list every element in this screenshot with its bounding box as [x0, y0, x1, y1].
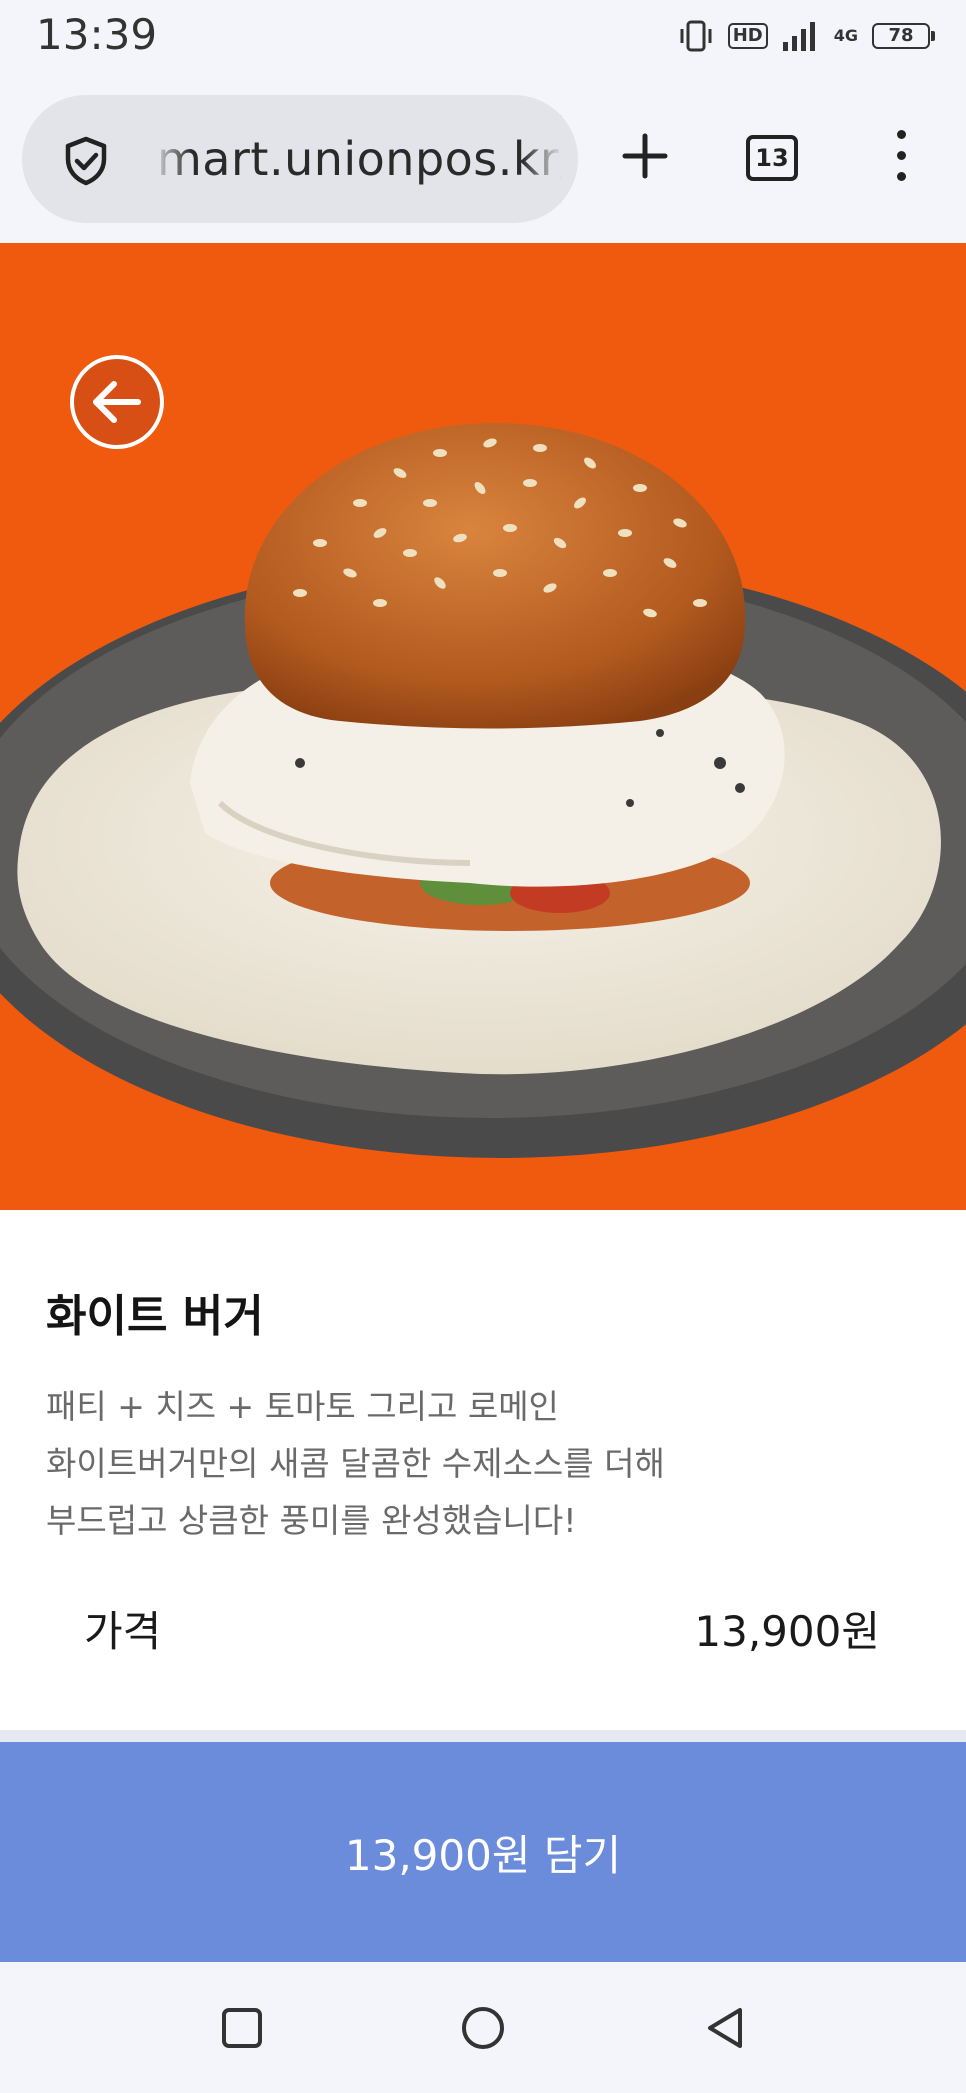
battery-icon: 78: [872, 23, 935, 49]
arrow-left-icon: [93, 381, 141, 423]
description-line: 부드럽고 상큼한 풍미를 완성했습니다!: [46, 1501, 577, 1540]
back-triangle-icon[interactable]: [698, 2000, 754, 2056]
status-bar: 13:39 HD 4G 78: [0, 0, 966, 75]
back-button[interactable]: [70, 355, 164, 449]
description-line: 패티 + 치즈 + 토마토 그리고 로메인: [46, 1387, 559, 1426]
add-to-cart-button[interactable]: 13,900원 담기: [0, 1742, 966, 1962]
vibrate-icon: [680, 20, 712, 52]
browser-toolbar: mart.unionpos.kr/ 13: [0, 75, 966, 243]
price-label: 가격: [84, 1606, 162, 1656]
more-vert-icon[interactable]: [886, 130, 916, 186]
product-info: 화이트 버거 패티 + 치즈 + 토마토 그리고 로메인 화이트버거만의 새콤 …: [0, 1210, 966, 1730]
signal-icon: [782, 22, 815, 51]
tabs-icon[interactable]: 13: [746, 135, 798, 181]
section-divider: [0, 1730, 966, 1742]
price-row: 가격 13,900원: [84, 1598, 880, 1658]
product-description: 패티 + 치즈 + 토마토 그리고 로메인 화이트버거만의 새콤 달콤한 수제소…: [46, 1378, 926, 1549]
description-line: 화이트버거만의 새콤 달콤한 수제소스를 더해: [46, 1444, 665, 1483]
home-circle-icon[interactable]: [455, 2000, 511, 2056]
url-fade-left: [152, 115, 192, 203]
product-image: [0, 243, 966, 1210]
system-nav-bar: [0, 1962, 966, 2093]
plus-icon[interactable]: [620, 131, 670, 181]
product-title: 화이트 버거: [46, 1291, 264, 1342]
url-text[interactable]: mart.unionpos.kr/: [157, 95, 562, 223]
network-type-label: 4G: [833, 26, 858, 45]
hd-icon: HD: [727, 23, 768, 49]
status-icons: HD 4G 78: [678, 16, 935, 56]
shield-icon[interactable]: [60, 135, 112, 187]
status-time: 13:39: [36, 10, 158, 59]
battery-level: 78: [888, 25, 914, 46]
recents-square-icon[interactable]: [214, 2000, 270, 2056]
url-bar[interactable]: mart.unionpos.kr/: [22, 95, 578, 223]
url-fade-right: [522, 115, 562, 203]
price-value: 13,900원: [694, 1606, 880, 1656]
tab-count: 13: [755, 144, 789, 172]
